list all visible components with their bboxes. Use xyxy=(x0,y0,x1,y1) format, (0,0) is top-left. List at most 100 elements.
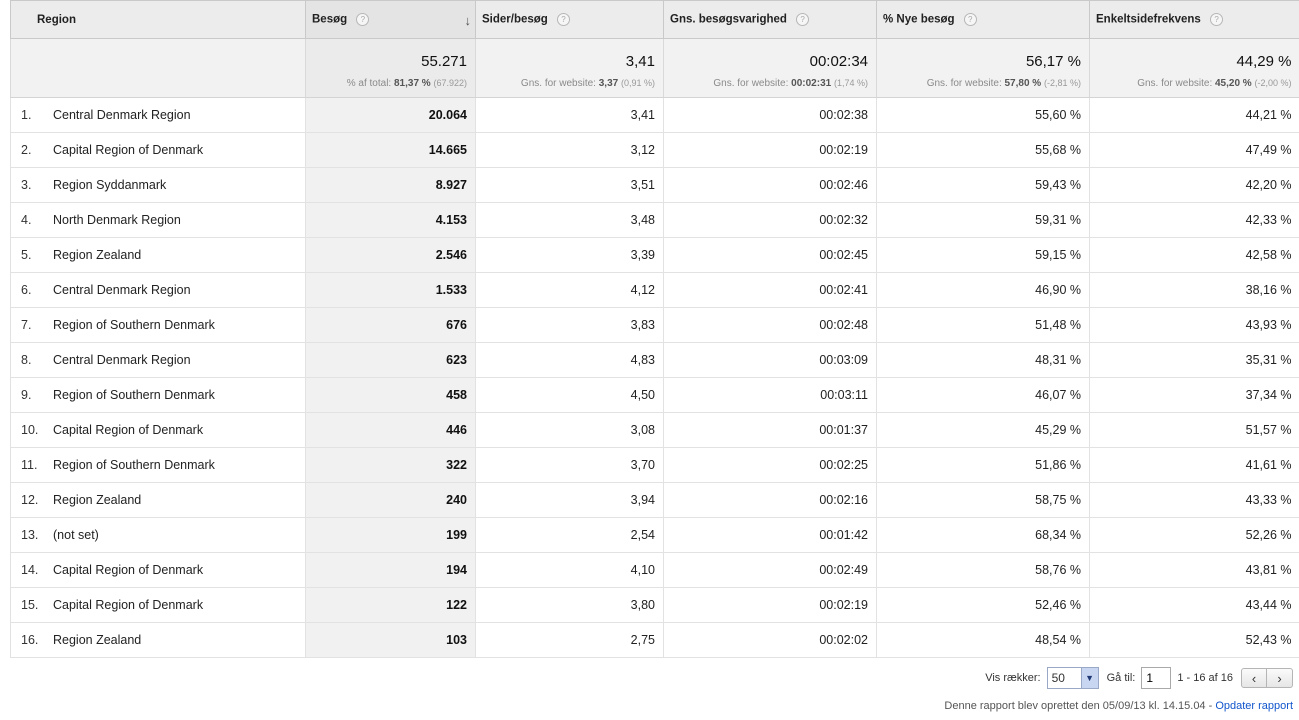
row-number: 7. xyxy=(21,318,32,332)
pages-cell: 4,83 xyxy=(475,342,664,378)
row-number: 16. xyxy=(21,633,39,647)
region-cell: 12. Region Zealand xyxy=(10,482,306,518)
region-name[interactable]: Region Syddanmark xyxy=(53,178,166,192)
table-row[interactable]: 8. Central Denmark Region 623 4,83 00:03:09 4… xyxy=(10,342,1299,378)
new-cell: 58,76 % xyxy=(876,552,1090,588)
region-name[interactable]: Region of Southern Denmark xyxy=(53,388,215,402)
help-icon[interactable]: ? xyxy=(1210,13,1224,26)
table-row[interactable]: 14. Capital Region of Denmark 194 4,10 00:02… xyxy=(10,552,1299,588)
column-header-label: % Nye besøg xyxy=(883,13,955,26)
table-row[interactable]: 9. Region of Southern Denmark 458 4,50 00:03… xyxy=(10,377,1299,413)
visits-cell: 1.533 xyxy=(305,272,476,308)
table-row[interactable]: 11. Region of Southern Denmark 322 3,70 00:0… xyxy=(10,447,1299,483)
new-cell: 55,60 % xyxy=(876,97,1090,133)
visits-cell: 240 xyxy=(305,482,476,518)
bounce-cell: 42,58 % xyxy=(1089,237,1299,273)
pages-cell: 3,48 xyxy=(475,202,664,238)
region-name[interactable]: Region of Southern Denmark xyxy=(53,318,215,332)
region-name[interactable]: North Denmark Region xyxy=(53,213,181,227)
column-header-label: Enkeltsidefrekvens xyxy=(1096,13,1201,26)
help-icon[interactable]: ? xyxy=(557,13,571,26)
table-row[interactable]: 4. North Denmark Region 4.153 3,48 00:02:32 5… xyxy=(10,202,1299,238)
column-header-bounce-rate[interactable]: Enkeltsidefrekvens ? xyxy=(1089,0,1299,39)
region-name[interactable]: Central Denmark Region xyxy=(53,283,191,297)
visits-cell: 8.927 xyxy=(305,167,476,203)
duration-cell: 00:01:42 xyxy=(663,517,877,553)
report-created-text: Denne rapport blev oprettet den 05/09/13… xyxy=(944,700,1216,712)
total-value: 44,29 % xyxy=(1236,53,1292,70)
next-page-button[interactable]: › xyxy=(1267,668,1293,688)
table-row[interactable]: 16. Region Zealand 103 2,75 00:02:02 48,54 % 5… xyxy=(10,622,1299,658)
rows-per-page-select[interactable]: 50 ▼ xyxy=(1046,667,1099,689)
column-header-pages-per-visit[interactable]: Sider/besøg ? xyxy=(475,0,664,39)
table-row[interactable]: 15. Capital Region of Denmark 122 3,80 00:02… xyxy=(10,587,1299,623)
duration-cell: 00:02:38 xyxy=(663,97,877,133)
duration-cell: 00:02:49 xyxy=(663,552,877,588)
region-name[interactable]: (not set) xyxy=(53,528,99,542)
pages-cell: 4,12 xyxy=(475,272,664,308)
update-report-link[interactable]: Opdater rapport xyxy=(1215,700,1293,712)
region-name[interactable]: Region Zealand xyxy=(53,493,141,507)
table-row[interactable]: 3. Region Syddanmark 8.927 3,51 00:02:46 59,4… xyxy=(10,167,1299,203)
region-cell: 5. Region Zealand xyxy=(10,237,306,273)
previous-page-button[interactable]: ‹ xyxy=(1241,668,1267,688)
table-row[interactable]: 5. Region Zealand 2.546 3,39 00:02:45 59,15 %… xyxy=(10,237,1299,273)
chevron-right-icon: › xyxy=(1277,670,1282,686)
duration-cell: 00:02:25 xyxy=(663,447,877,483)
table-footer: Vis rækker: 50 ▼ Gå til: 1 - 16 af 16 ‹ … xyxy=(10,656,1299,720)
visits-cell: 2.546 xyxy=(305,237,476,273)
table-row[interactable]: 2. Capital Region of Denmark 14.665 3,12 00:… xyxy=(10,132,1299,168)
row-number: 3. xyxy=(21,178,32,192)
table-row[interactable]: 12. Region Zealand 240 3,94 00:02:16 58,75 % 4… xyxy=(10,482,1299,518)
column-header-avg-duration[interactable]: Gns. besøgsvarighed ? xyxy=(663,0,877,39)
column-header-label: Besøg xyxy=(312,13,348,26)
table-row[interactable]: 6. Central Denmark Region 1.533 4,12 00:02:4… xyxy=(10,272,1299,308)
table-row[interactable]: 10. Capital Region of Denmark 446 3,08 00:01… xyxy=(10,412,1299,448)
duration-cell: 00:02:16 xyxy=(663,482,877,518)
rows-per-page-value: 50 xyxy=(1051,671,1065,685)
help-icon[interactable]: ? xyxy=(356,13,370,26)
region-name[interactable]: Region Zealand xyxy=(53,633,141,647)
column-header-visits[interactable]: Besøg ? ↓ xyxy=(305,0,476,39)
pages-cell: 2,75 xyxy=(475,622,664,658)
bounce-cell: 43,44 % xyxy=(1089,587,1299,623)
visits-cell: 103 xyxy=(305,622,476,658)
bounce-cell: 43,93 % xyxy=(1089,307,1299,343)
bounce-cell: 47,49 % xyxy=(1089,132,1299,168)
new-cell: 59,43 % xyxy=(876,167,1090,203)
report-table-container: Region Besøg ? ↓ Sider/besøg ? Gns. besø… xyxy=(10,0,1299,658)
help-icon[interactable]: ? xyxy=(963,13,977,26)
region-name[interactable]: Central Denmark Region xyxy=(53,108,191,122)
table-row[interactable]: 13. (not set) 199 2,54 00:01:42 68,34 % 52,26 … xyxy=(10,517,1299,553)
bounce-cell: 43,81 % xyxy=(1089,552,1299,588)
visits-cell: 20.064 xyxy=(305,97,476,133)
bounce-cell: 41,61 % xyxy=(1089,447,1299,483)
goto-page-input[interactable] xyxy=(1141,667,1172,689)
total-value: 00:02:34 xyxy=(809,53,868,70)
total-comparison: Gns. for website: 45,20 % (-2,00 %) xyxy=(1137,78,1292,89)
total-comparison: Gns. for website: 57,80 % (-2,81 %) xyxy=(926,78,1081,89)
column-header-region[interactable]: Region xyxy=(10,0,306,39)
region-name[interactable]: Capital Region of Denmark xyxy=(53,563,203,577)
visits-cell: 322 xyxy=(305,447,476,483)
region-name[interactable]: Central Denmark Region xyxy=(53,353,191,367)
chevron-down-icon[interactable]: ▼ xyxy=(1080,668,1098,688)
goto-label: Gå til: xyxy=(1106,672,1136,684)
total-value: 3,41 xyxy=(625,53,655,70)
total-pages-cell: 3,41 Gns. for website: 3,37 (0,91 %) xyxy=(475,38,664,98)
new-cell: 59,31 % xyxy=(876,202,1090,238)
duration-cell: 00:02:41 xyxy=(663,272,877,308)
region-name[interactable]: Capital Region of Denmark xyxy=(53,143,203,157)
new-cell: 68,34 % xyxy=(876,517,1090,553)
table-row[interactable]: 7. Region of Southern Denmark 676 3,83 00:02… xyxy=(10,307,1299,343)
table-row[interactable]: 1. Central Denmark Region 20.064 3,41 00:02:… xyxy=(10,97,1299,133)
new-cell: 48,31 % xyxy=(876,342,1090,378)
region-name[interactable]: Region of Southern Denmark xyxy=(53,458,215,472)
region-name[interactable]: Region Zealand xyxy=(53,248,141,262)
region-name[interactable]: Capital Region of Denmark xyxy=(53,423,203,437)
region-cell: 10. Capital Region of Denmark xyxy=(10,412,306,448)
column-header-new-visits[interactable]: % Nye besøg ? xyxy=(876,0,1090,39)
region-name[interactable]: Capital Region of Denmark xyxy=(53,598,203,612)
bounce-cell: 42,33 % xyxy=(1089,202,1299,238)
help-icon[interactable]: ? xyxy=(796,13,810,26)
